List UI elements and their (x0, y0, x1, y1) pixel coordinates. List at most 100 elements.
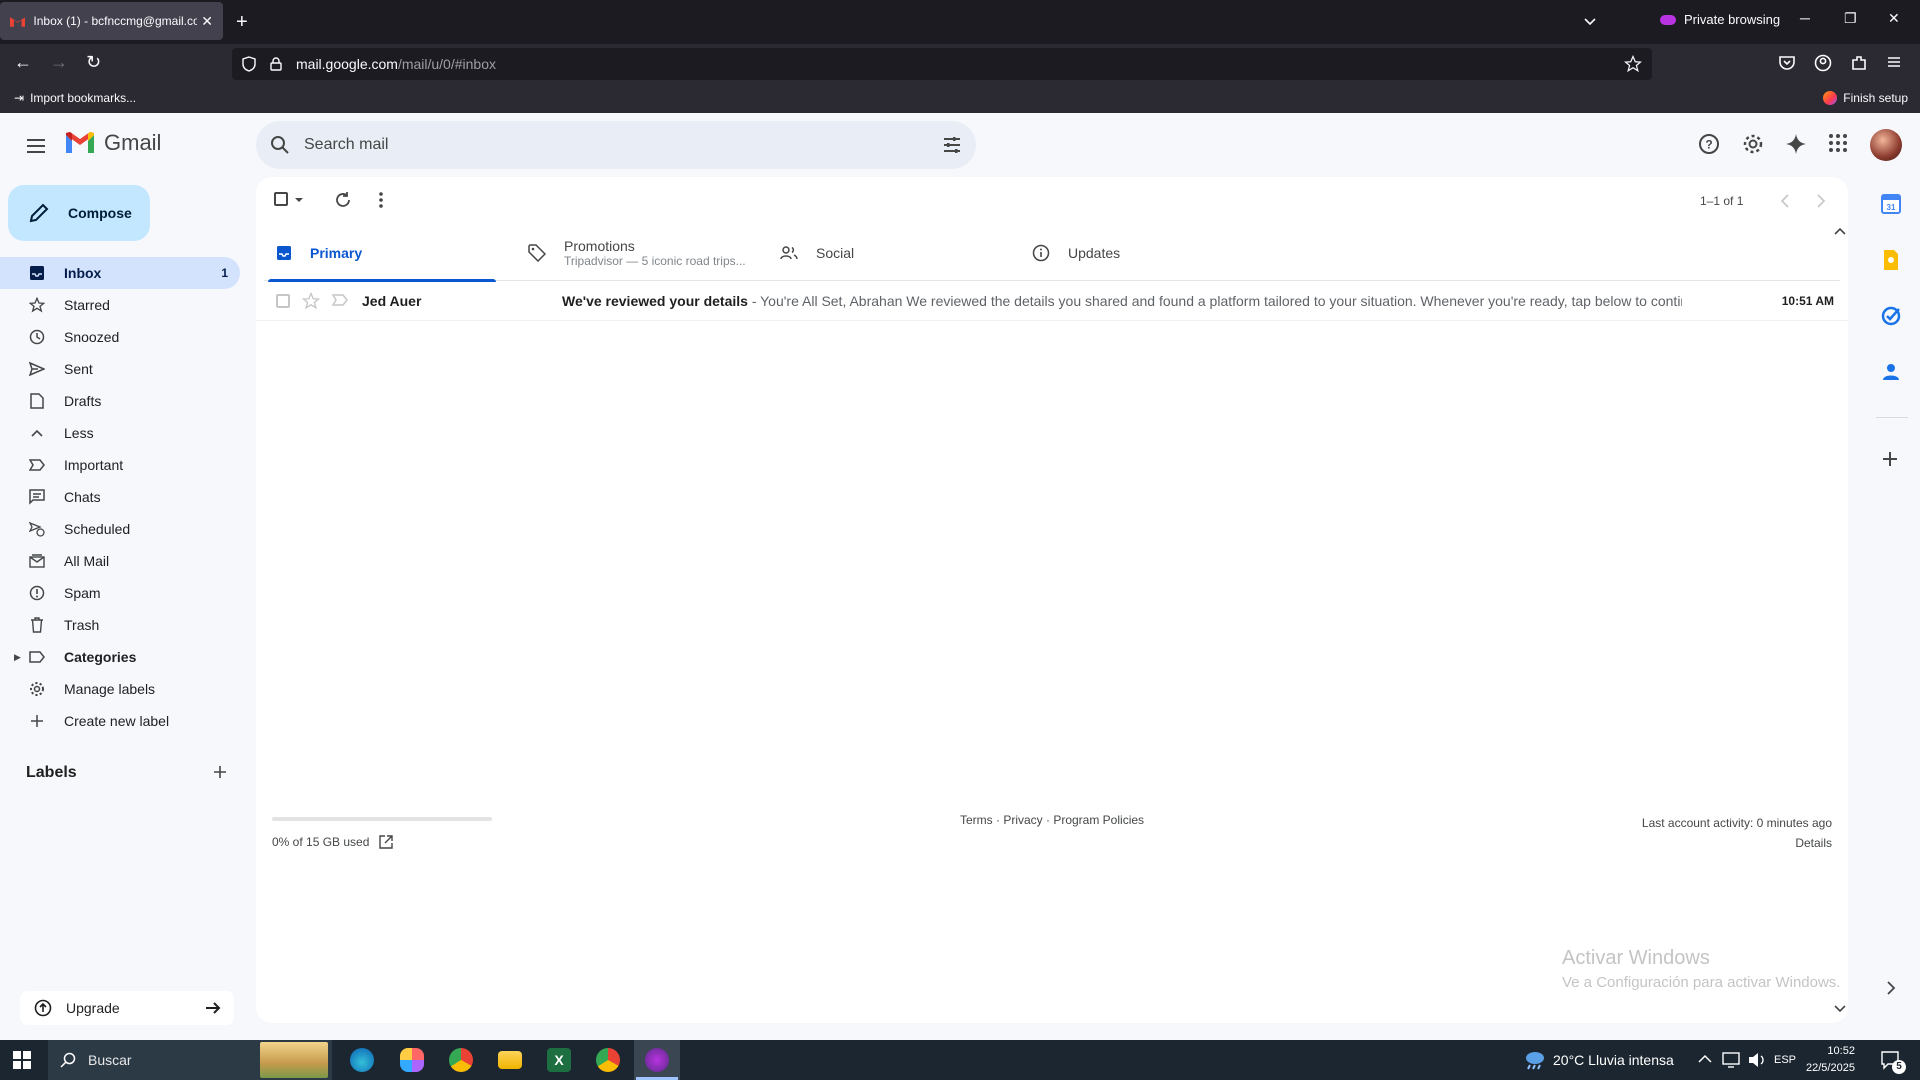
back-icon[interactable]: ← (14, 52, 32, 73)
main-menu-icon[interactable] (24, 134, 48, 158)
compose-button[interactable]: Compose (8, 185, 150, 241)
tasks-icon[interactable] (1880, 305, 1902, 327)
language-indicator[interactable]: ESP (1774, 1054, 1796, 1066)
sidebar-item-manage-labels[interactable]: Manage labels (0, 673, 240, 705)
new-tab-button[interactable]: + (236, 10, 248, 34)
forward-icon[interactable]: → (50, 52, 68, 73)
upgrade-button[interactable]: Upgrade (20, 991, 234, 1025)
open-external-icon[interactable] (379, 835, 394, 849)
tab-promotions[interactable]: Promotions Tripadvisor — 5 iconic road t… (516, 225, 752, 281)
sidebar-item-scheduled[interactable]: Scheduled (0, 513, 240, 545)
chevron-down-icon[interactable] (1582, 14, 1598, 30)
close-window-icon[interactable]: ✕ (1888, 10, 1900, 27)
email-snippet: - You're All Set, Abrahan We reviewed th… (747, 293, 1682, 309)
sidebar-item-create-label[interactable]: Create new label (0, 705, 240, 737)
details-link[interactable]: Details (1642, 833, 1832, 853)
excel-icon[interactable]: X (547, 1048, 571, 1072)
tab-updates[interactable]: Updates (1020, 225, 1256, 281)
weather-text[interactable]: 20°C Lluvia intensa (1553, 1052, 1674, 1068)
scroll-down-icon[interactable] (1834, 1005, 1846, 1013)
select-all-checkbox[interactable] (274, 192, 288, 206)
calendar-icon[interactable]: 31 (1880, 193, 1902, 215)
expand-caret-icon[interactable]: ▶ (14, 652, 21, 663)
sidebar-item-drafts[interactable]: Drafts (0, 385, 240, 417)
finish-setup-link[interactable]: Finish setup (1823, 91, 1908, 105)
bookmark-star-icon[interactable] (1624, 55, 1642, 73)
svg-text:31: 31 (1887, 203, 1896, 212)
refresh-icon[interactable] (334, 191, 352, 209)
sidebar-item-label: Less (64, 425, 94, 441)
minimize-icon[interactable]: ─ (1800, 10, 1810, 26)
search-options-icon[interactable] (942, 135, 962, 155)
import-bookmarks-link[interactable]: ⇥ Import bookmarks... (14, 91, 136, 105)
importance-marker-icon[interactable] (332, 294, 348, 306)
firefox-private-icon[interactable] (645, 1048, 669, 1072)
browser-tab-active[interactable]: Inbox (1) - bcfnccmg@gmail.com ✕ (0, 2, 223, 40)
sidebar: Inbox 1 Starred Snoozed Sent Drafts Less… (0, 257, 256, 737)
select-dropdown-icon[interactable] (294, 197, 304, 203)
weather-rain-icon[interactable] (1522, 1049, 1546, 1071)
gmail-m-icon (66, 132, 94, 153)
footer-links[interactable]: Terms · Privacy · Program Policies (960, 813, 1144, 827)
sidebar-item-inbox[interactable]: Inbox 1 (0, 257, 240, 289)
keep-icon[interactable] (1880, 249, 1902, 271)
next-page-icon[interactable] (1816, 194, 1826, 208)
star-toggle-icon[interactable] (302, 292, 320, 310)
network-icon[interactable] (1722, 1052, 1740, 1068)
add-label-icon[interactable] (212, 764, 228, 780)
menu-icon[interactable] (1886, 54, 1902, 70)
gmail-logo[interactable]: Gmail (64, 130, 161, 156)
volume-icon[interactable] (1748, 1052, 1766, 1068)
sidebar-item-label: Create new label (64, 713, 170, 729)
reload-icon[interactable]: ↻ (86, 52, 101, 73)
account-avatar[interactable] (1870, 129, 1902, 161)
sidebar-item-snoozed[interactable]: Snoozed (0, 321, 240, 353)
add-addon-icon[interactable] (1880, 449, 1900, 469)
file-explorer-icon[interactable] (498, 1051, 522, 1069)
prev-page-icon[interactable] (1780, 194, 1790, 208)
apps-grid-icon[interactable] (1828, 133, 1848, 153)
settings-gear-icon[interactable] (1742, 133, 1764, 155)
chrome-icon[interactable] (449, 1048, 473, 1072)
sidebar-item-trash[interactable]: Trash (0, 609, 240, 641)
scroll-up-icon[interactable] (1834, 227, 1846, 235)
sidebar-item-categories[interactable]: ▶ Categories (0, 641, 240, 673)
search-icon[interactable] (270, 135, 290, 155)
restore-icon[interactable]: ❐ (1844, 10, 1857, 27)
contacts-icon[interactable] (1880, 361, 1902, 383)
edge-icon[interactable] (350, 1048, 374, 1072)
expand-panel-icon[interactable] (1886, 981, 1896, 995)
sidebar-item-label: Sent (64, 361, 93, 377)
search-input[interactable]: Search mail (304, 136, 388, 154)
email-select-checkbox[interactable] (276, 294, 290, 308)
lock-icon (270, 57, 282, 71)
tray-expand-icon[interactable] (1698, 1054, 1712, 1064)
extensions-icon[interactable] (1850, 54, 1868, 72)
sidebar-item-chats[interactable]: Chats (0, 481, 240, 513)
taskbar-clock[interactable]: 10:52 22/5/2025 (1806, 1043, 1855, 1077)
gemini-sparkle-icon[interactable] (1785, 133, 1807, 155)
email-row[interactable]: Jed Auer We've reviewed your details - Y… (256, 281, 1848, 321)
sidebar-item-important[interactable]: Important (0, 449, 240, 481)
sidebar-item-sent[interactable]: Sent (0, 353, 240, 385)
search-bar[interactable]: Search mail (256, 121, 976, 169)
taskbar-search[interactable]: Buscar (48, 1040, 332, 1080)
url-bar[interactable]: mail.google.com/mail/u/0/#inbox (232, 48, 1652, 80)
more-options-icon[interactable] (378, 191, 384, 209)
sidebar-item-spam[interactable]: Spam (0, 577, 240, 609)
plus-icon (28, 712, 46, 730)
unread-count-badge: 1 (221, 266, 228, 280)
account-icon[interactable] (1814, 54, 1832, 72)
pocket-icon[interactable] (1778, 54, 1796, 72)
chrome-icon-2[interactable] (596, 1048, 620, 1072)
sidebar-item-starred[interactable]: Starred (0, 289, 240, 321)
copilot-icon[interactable] (400, 1048, 424, 1072)
tab-primary[interactable]: Primary (264, 225, 500, 282)
sidebar-item-less[interactable]: Less (0, 417, 240, 449)
windows-start-icon[interactable] (13, 1051, 31, 1069)
tab-social[interactable]: Social (768, 225, 1004, 281)
storage-text: 0% of 15 GB used (272, 835, 370, 849)
sidebar-item-all-mail[interactable]: All Mail (0, 545, 240, 577)
help-icon[interactable]: ? (1698, 133, 1720, 155)
close-tab-icon[interactable]: ✕ (201, 13, 213, 30)
